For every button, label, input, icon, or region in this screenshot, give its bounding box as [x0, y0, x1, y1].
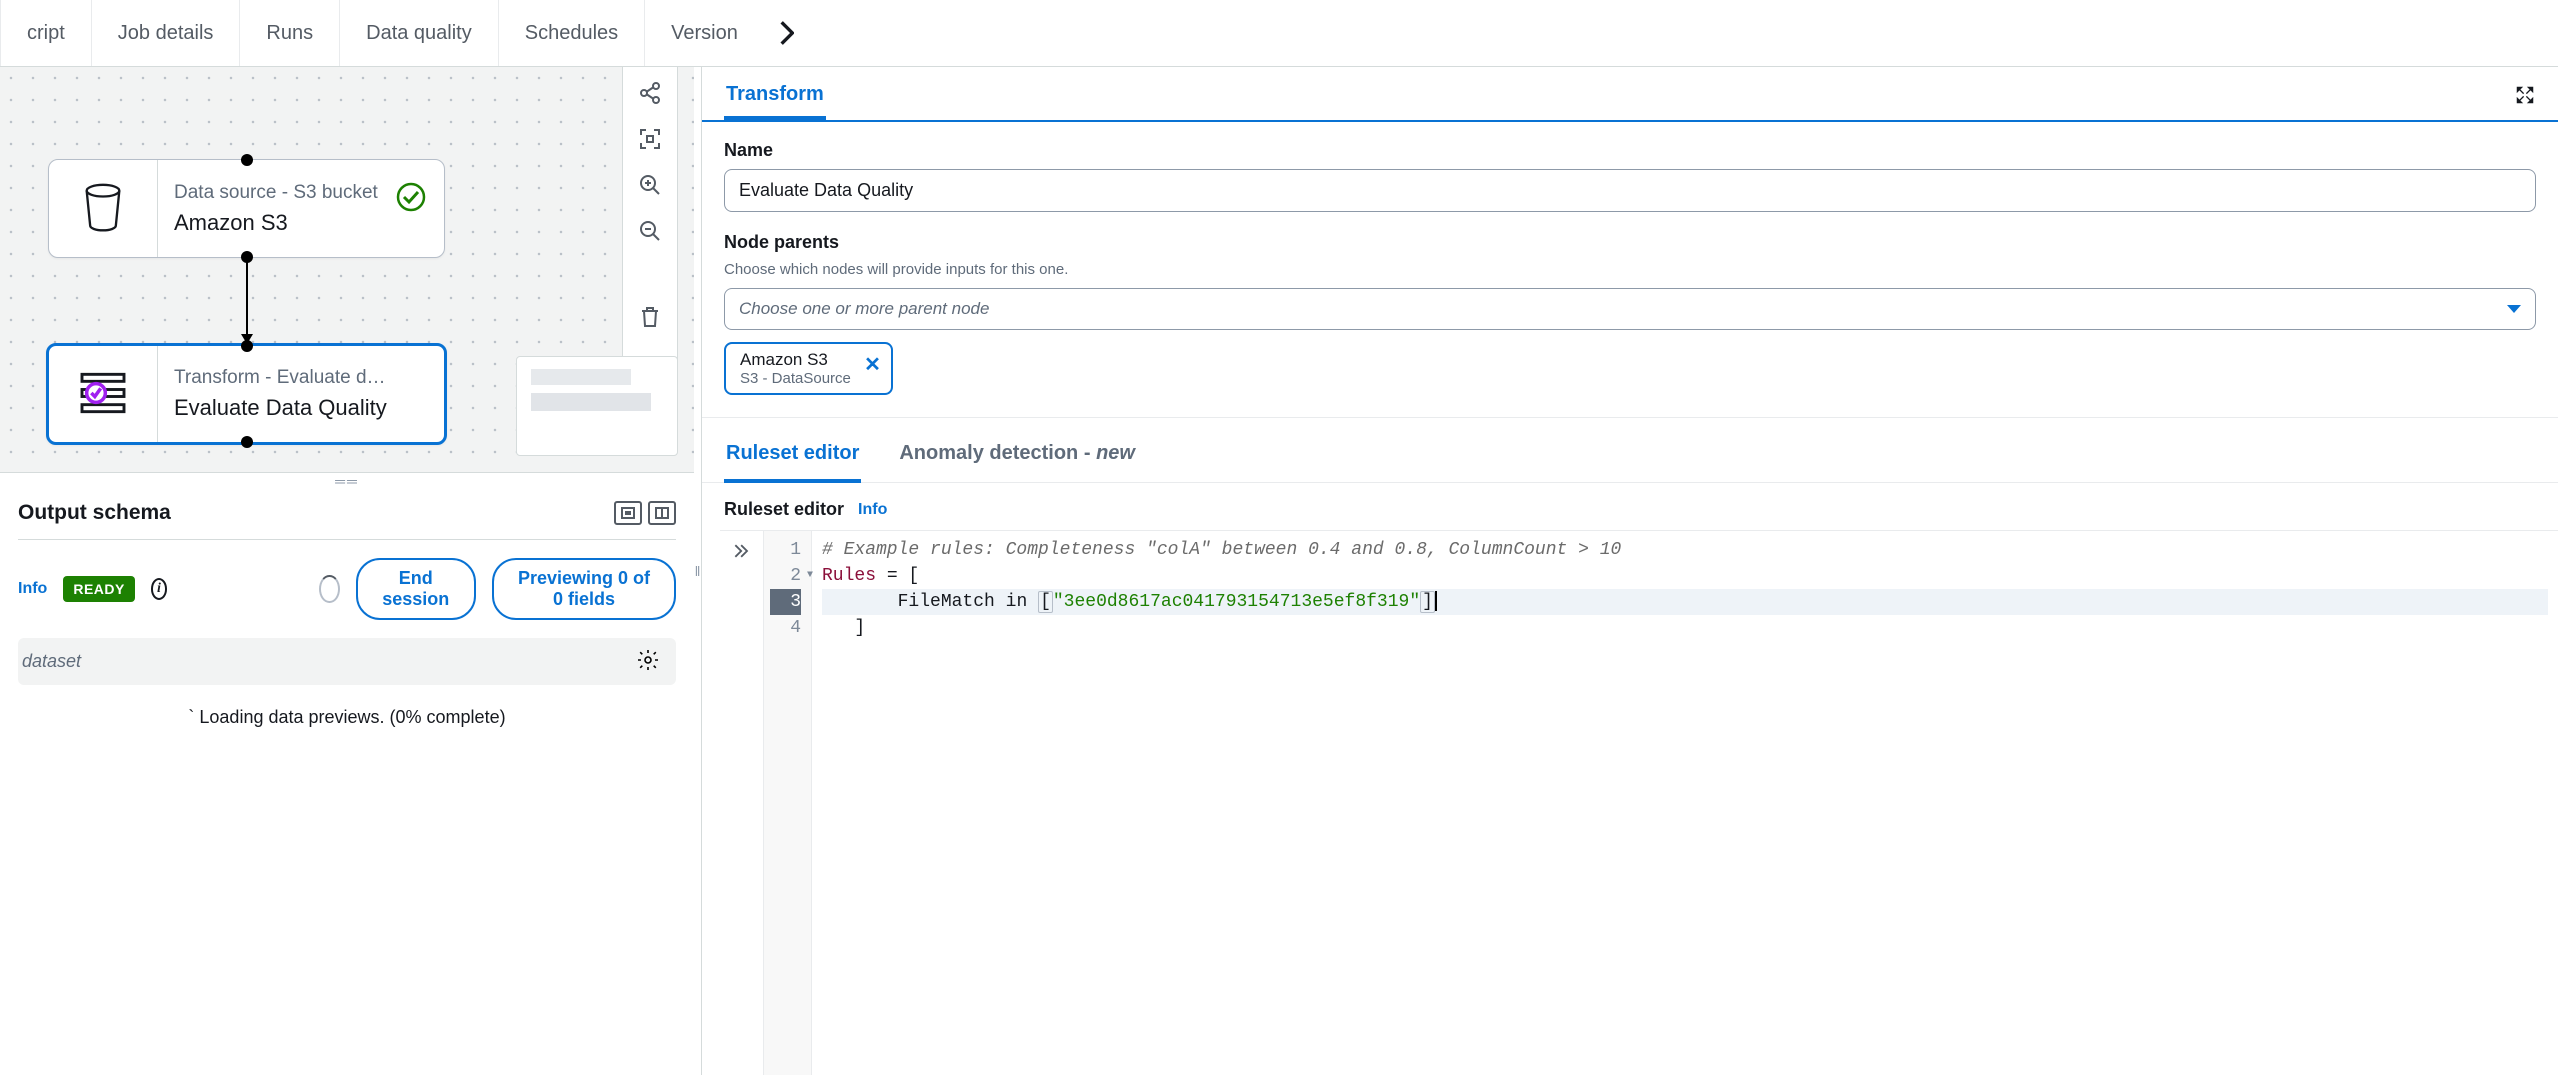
subtab-anomaly-detection[interactable]: Anomaly detection - new: [897, 434, 1137, 482]
parent-chip-title: Amazon S3: [740, 350, 851, 370]
ruleset-code-editor[interactable]: 1 2 3 4 ▼ # Example rules: Completeness …: [720, 530, 2558, 1075]
ruleset-editor-title: Ruleset editor: [724, 499, 844, 520]
name-input[interactable]: [724, 169, 2536, 212]
vertical-resize-handle[interactable]: ‖: [694, 67, 701, 1075]
edge: [246, 257, 248, 343]
view-single-icon[interactable]: [614, 501, 642, 525]
node-transform-type: Transform - Evaluate dat...: [174, 367, 394, 389]
node-source-name: Amazon S3: [174, 210, 378, 236]
tab-schedules[interactable]: Schedules: [499, 0, 645, 66]
s3-bucket-icon: [75, 179, 131, 238]
tab-version[interactable]: Version: [645, 0, 764, 66]
horizontal-resize-handle[interactable]: ══: [0, 473, 694, 489]
name-label: Name: [724, 140, 2536, 161]
loading-status: ` Loading data previews. (0% complete): [18, 707, 676, 728]
remove-chip-icon[interactable]: ✕: [864, 352, 881, 377]
info-circle-icon[interactable]: i: [151, 578, 167, 600]
previewing-button[interactable]: Previewing 0 of 0 fields: [492, 558, 676, 620]
tab-script[interactable]: cript: [0, 0, 92, 66]
node-parents-label: Node parents: [724, 232, 2536, 253]
ruleset-info-link[interactable]: Info: [858, 501, 887, 519]
trash-icon[interactable]: [638, 305, 662, 329]
subtab-ruleset-editor[interactable]: Ruleset editor: [724, 434, 861, 483]
node-parents-dropdown[interactable]: Choose one or more parent node: [724, 288, 2536, 330]
tab-data-quality[interactable]: Data quality: [340, 0, 499, 66]
spinner-icon: [319, 575, 339, 603]
node-transform-dq[interactable]: Transform - Evaluate dat... Evaluate Dat…: [46, 343, 447, 445]
parent-chip-amazon-s3: Amazon S3 S3 - DataSource ✕: [724, 342, 893, 395]
code-line-gutter: 1 2 3 4 ▼: [764, 531, 812, 1075]
right-tab-transform[interactable]: Transform: [724, 73, 826, 120]
info-link[interactable]: Info: [18, 580, 47, 598]
evaluate-dq-icon: [75, 365, 131, 424]
check-circle-icon: [396, 182, 426, 212]
expand-icon[interactable]: [2514, 84, 2536, 109]
dataset-filter-input[interactable]: dataset: [22, 651, 81, 672]
collapse-panel-icon[interactable]: [732, 541, 752, 564]
parent-chip-sub: S3 - DataSource: [740, 370, 851, 387]
share-icon[interactable]: [638, 81, 662, 105]
node-parents-sub: Choose which nodes will provide inputs f…: [724, 261, 2536, 278]
visual-canvas[interactable]: Data source - S3 bucket Amazon S3: [0, 67, 694, 473]
fit-screen-icon[interactable]: [638, 127, 662, 151]
view-split-icon[interactable]: [648, 501, 676, 525]
gear-icon[interactable]: [636, 648, 660, 675]
zoom-in-icon[interactable]: [638, 173, 662, 197]
tab-job-details[interactable]: Job details: [92, 0, 241, 66]
job-tabs: cript Job details Runs Data quality Sche…: [0, 0, 2558, 66]
tabs-scroll-right-icon[interactable]: [772, 18, 802, 48]
output-schema-title: Output schema: [18, 501, 171, 525]
minimap[interactable]: [516, 356, 678, 456]
caret-down-icon: [2507, 305, 2521, 313]
output-schema-panel: Output schema Info READY i End session P…: [0, 489, 694, 1075]
zoom-out-icon[interactable]: [638, 219, 662, 243]
end-session-button[interactable]: End session: [356, 558, 476, 620]
ready-badge: READY: [63, 576, 135, 602]
tab-runs[interactable]: Runs: [240, 0, 340, 66]
node-source-type: Data source - S3 bucket: [174, 182, 378, 204]
node-transform-name: Evaluate Data Quality: [174, 395, 394, 421]
node-source-s3[interactable]: Data source - S3 bucket Amazon S3: [48, 159, 445, 258]
code-text[interactable]: # Example rules: Completeness "colA" bet…: [812, 531, 2558, 1075]
